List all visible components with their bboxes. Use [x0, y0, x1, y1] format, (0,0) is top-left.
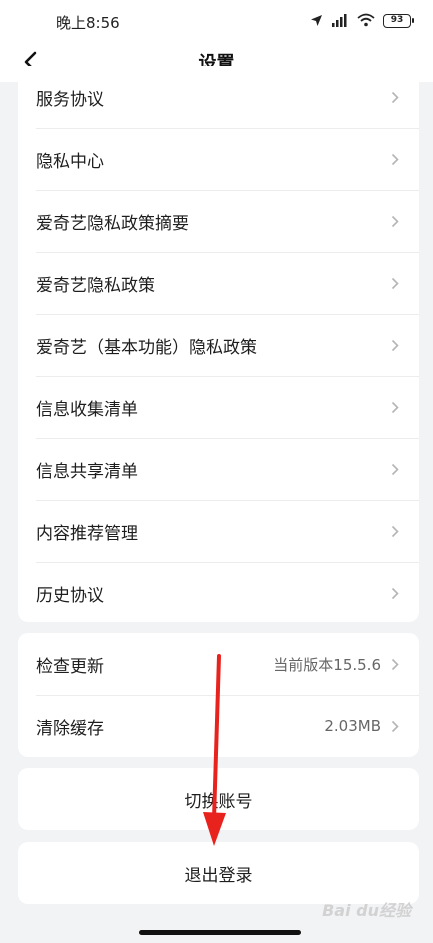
chevron-right-icon [389, 90, 401, 104]
list-item-label: 隐私中心 [36, 151, 104, 172]
chevron-right-icon [389, 338, 401, 352]
list-item-label: 清除缓存 [36, 718, 104, 739]
cache-size-value: 2.03MB [324, 717, 381, 735]
policy-item-info-collection-list[interactable]: 信息收集清单 [18, 376, 419, 438]
policy-item-service-agreement[interactable]: 服务协议 [18, 66, 419, 128]
watermark: Bai du经验 [322, 901, 411, 920]
list-item-label: 爱奇艺隐私政策 [36, 275, 155, 296]
location-icon [310, 12, 323, 31]
chevron-right-icon [389, 524, 401, 538]
list-item-label: 信息收集清单 [36, 399, 138, 420]
switch-account-card: 切换账号 [18, 768, 419, 830]
status-bar: 晚上8:56 93 [0, 0, 433, 42]
policy-item-info-sharing-list[interactable]: 信息共享清单 [18, 438, 419, 500]
version-value: 当前版本15.5.6 [273, 655, 381, 674]
chevron-right-icon [389, 214, 401, 228]
chevron-right-icon [389, 586, 401, 600]
list-item-label: 检查更新 [36, 656, 104, 677]
chevron-right-icon [389, 719, 401, 733]
policy-list-card: 服务协议 隐私中心 爱奇艺隐私政策摘要 爱奇艺隐私政策 爱奇艺（基本功能）隐私政… [18, 66, 419, 622]
chevron-right-icon [389, 657, 401, 671]
logout-button[interactable]: 退出登录 [18, 842, 419, 904]
policy-item-history-agreements[interactable]: 历史协议 [18, 562, 419, 622]
check-update-item[interactable]: 检查更新 当前版本15.5.6 [18, 633, 419, 695]
switch-account-button[interactable]: 切换账号 [18, 768, 419, 830]
policy-item-privacy-policy[interactable]: 爱奇艺隐私政策 [18, 252, 419, 314]
policy-item-basic-privacy-policy[interactable]: 爱奇艺（基本功能）隐私政策 [18, 314, 419, 376]
list-item-label: 内容推荐管理 [36, 523, 138, 544]
list-item-label: 历史协议 [36, 585, 104, 606]
chevron-right-icon [389, 152, 401, 166]
chevron-right-icon [389, 276, 401, 290]
list-item-label: 爱奇艺隐私政策摘要 [36, 213, 189, 234]
policy-item-privacy-summary[interactable]: 爱奇艺隐私政策摘要 [18, 190, 419, 252]
status-icons: 93 [310, 12, 414, 31]
policy-item-content-recommendation[interactable]: 内容推荐管理 [18, 500, 419, 562]
list-item-label: 信息共享清单 [36, 461, 138, 482]
status-time: 晚上8:56 [56, 14, 120, 32]
clear-cache-item[interactable]: 清除缓存 2.03MB [18, 695, 419, 757]
chevron-right-icon [389, 400, 401, 414]
chevron-right-icon [389, 462, 401, 476]
system-settings-card: 检查更新 当前版本15.5.6 清除缓存 2.03MB [18, 633, 419, 757]
list-item-label: 服务协议 [36, 89, 104, 110]
signal-icon [331, 12, 349, 31]
logout-card: 退出登录 [18, 842, 419, 904]
list-item-label: 爱奇艺（基本功能）隐私政策 [36, 337, 257, 358]
home-indicator[interactable] [139, 930, 301, 935]
battery-icon: 93 [383, 14, 414, 28]
wifi-icon [357, 12, 375, 31]
policy-item-privacy-center[interactable]: 隐私中心 [18, 128, 419, 190]
